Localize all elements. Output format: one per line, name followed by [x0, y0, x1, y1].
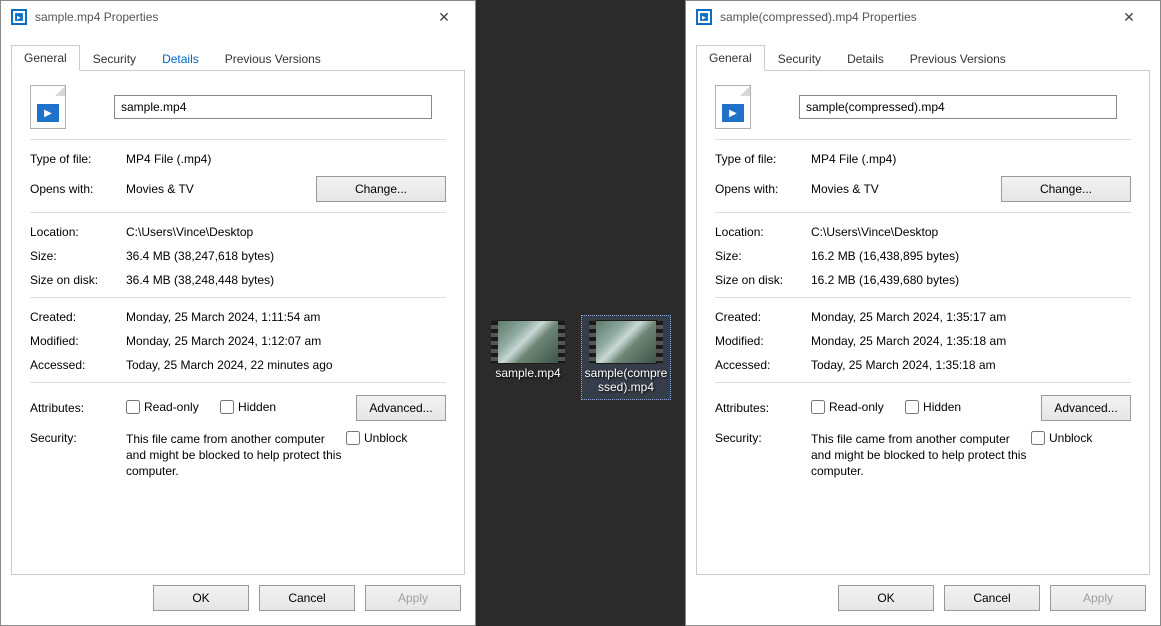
close-icon[interactable]: ✕: [1108, 3, 1150, 31]
window-title: sample.mp4 Properties: [35, 10, 415, 24]
desktop-file-sample-compressed[interactable]: sample(compressed).mp4: [581, 315, 671, 400]
unblock-checkbox[interactable]: Unblock: [346, 431, 407, 445]
label-location: Location:: [30, 225, 126, 239]
ok-button[interactable]: OK: [838, 585, 934, 611]
dialog-buttons: OK Cancel Apply: [686, 575, 1160, 625]
value-modified: Monday, 25 March 2024, 1:12:07 am: [126, 334, 446, 348]
video-thumbnail-icon: [595, 320, 657, 364]
change-button[interactable]: Change...: [316, 176, 446, 202]
value-location: C:\Users\Vince\Desktop: [811, 225, 1131, 239]
value-created: Monday, 25 March 2024, 1:35:17 am: [811, 310, 1131, 324]
readonly-checkbox[interactable]: Read-only: [126, 400, 199, 414]
general-pane: ▶ Type of file:MP4 File (.mp4) Opens wit…: [696, 71, 1150, 575]
value-location: C:\Users\Vince\Desktop: [126, 225, 446, 239]
value-opens-with: Movies & TV: [126, 182, 316, 196]
label-accessed: Accessed:: [30, 358, 126, 372]
tab-strip: General Security Details Previous Versio…: [11, 45, 465, 71]
file-type-icon: ▶: [30, 85, 66, 129]
video-thumbnail-icon: [497, 320, 559, 364]
title-bar[interactable]: sample.mp4 Properties ✕: [1, 1, 475, 33]
tab-general[interactable]: General: [696, 45, 765, 71]
apply-button[interactable]: Apply: [1050, 585, 1146, 611]
label-security: Security:: [30, 431, 126, 445]
value-created: Monday, 25 March 2024, 1:11:54 am: [126, 310, 446, 324]
label-accessed: Accessed:: [715, 358, 811, 372]
label-created: Created:: [30, 310, 126, 324]
tab-strip: General Security Details Previous Versio…: [696, 45, 1150, 71]
value-size: 16.2 MB (16,438,895 bytes): [811, 249, 1131, 263]
value-size-on-disk: 36.4 MB (38,248,448 bytes): [126, 273, 446, 287]
value-size: 36.4 MB (38,247,618 bytes): [126, 249, 446, 263]
hidden-checkbox[interactable]: Hidden: [220, 400, 276, 414]
tab-details[interactable]: Details: [149, 45, 212, 71]
cancel-button[interactable]: Cancel: [944, 585, 1040, 611]
window-title: sample(compressed).mp4 Properties: [720, 10, 1100, 24]
label-type: Type of file:: [30, 152, 126, 166]
label-attributes: Attributes:: [30, 401, 126, 415]
change-button[interactable]: Change...: [1001, 176, 1131, 202]
hidden-checkbox[interactable]: Hidden: [905, 400, 961, 414]
advanced-button[interactable]: Advanced...: [356, 395, 446, 421]
desktop-file-label: sample(compressed).mp4: [584, 366, 668, 395]
ok-button[interactable]: OK: [153, 585, 249, 611]
tab-general[interactable]: General: [11, 45, 80, 71]
close-icon[interactable]: ✕: [423, 3, 465, 31]
filename-input[interactable]: [114, 95, 432, 119]
security-warning-text: This file came from another computer and…: [811, 431, 1031, 480]
value-accessed: Today, 25 March 2024, 22 minutes ago: [126, 358, 446, 372]
tab-previous-versions[interactable]: Previous Versions: [897, 45, 1019, 71]
unblock-checkbox[interactable]: Unblock: [1031, 431, 1092, 445]
dialog-buttons: OK Cancel Apply: [1, 575, 475, 625]
value-opens-with: Movies & TV: [811, 182, 1001, 196]
tab-details[interactable]: Details: [834, 45, 897, 71]
title-bar[interactable]: sample(compressed).mp4 Properties ✕: [686, 1, 1160, 33]
filename-input[interactable]: [799, 95, 1117, 119]
label-modified: Modified:: [715, 334, 811, 348]
label-type: Type of file:: [715, 152, 811, 166]
tab-security[interactable]: Security: [80, 45, 149, 71]
value-size-on-disk: 16.2 MB (16,439,680 bytes): [811, 273, 1131, 287]
readonly-checkbox[interactable]: Read-only: [811, 400, 884, 414]
desktop-file-sample[interactable]: sample.mp4: [483, 315, 573, 400]
label-opens-with: Opens with:: [715, 182, 811, 196]
desktop-file-label: sample.mp4: [495, 366, 560, 380]
general-pane: ▶ Type of file:MP4 File (.mp4) Opens wit…: [11, 71, 465, 575]
advanced-button[interactable]: Advanced...: [1041, 395, 1131, 421]
label-opens-with: Opens with:: [30, 182, 126, 196]
properties-dialog-left: sample.mp4 Properties ✕ General Security…: [0, 0, 476, 626]
app-icon: [696, 9, 712, 25]
label-location: Location:: [715, 225, 811, 239]
label-size-on-disk: Size on disk:: [715, 273, 811, 287]
cancel-button[interactable]: Cancel: [259, 585, 355, 611]
security-warning-text: This file came from another computer and…: [126, 431, 346, 480]
app-icon: [11, 9, 27, 25]
label-size: Size:: [715, 249, 811, 263]
value-accessed: Today, 25 March 2024, 1:35:18 am: [811, 358, 1131, 372]
label-security: Security:: [715, 431, 811, 445]
label-created: Created:: [715, 310, 811, 324]
label-modified: Modified:: [30, 334, 126, 348]
value-modified: Monday, 25 March 2024, 1:35:18 am: [811, 334, 1131, 348]
label-size-on-disk: Size on disk:: [30, 273, 126, 287]
tab-security[interactable]: Security: [765, 45, 834, 71]
apply-button[interactable]: Apply: [365, 585, 461, 611]
label-size: Size:: [30, 249, 126, 263]
value-type: MP4 File (.mp4): [811, 152, 1131, 166]
label-attributes: Attributes:: [715, 401, 811, 415]
properties-dialog-right: sample(compressed).mp4 Properties ✕ Gene…: [685, 0, 1161, 626]
file-type-icon: ▶: [715, 85, 751, 129]
value-type: MP4 File (.mp4): [126, 152, 446, 166]
tab-previous-versions[interactable]: Previous Versions: [212, 45, 334, 71]
